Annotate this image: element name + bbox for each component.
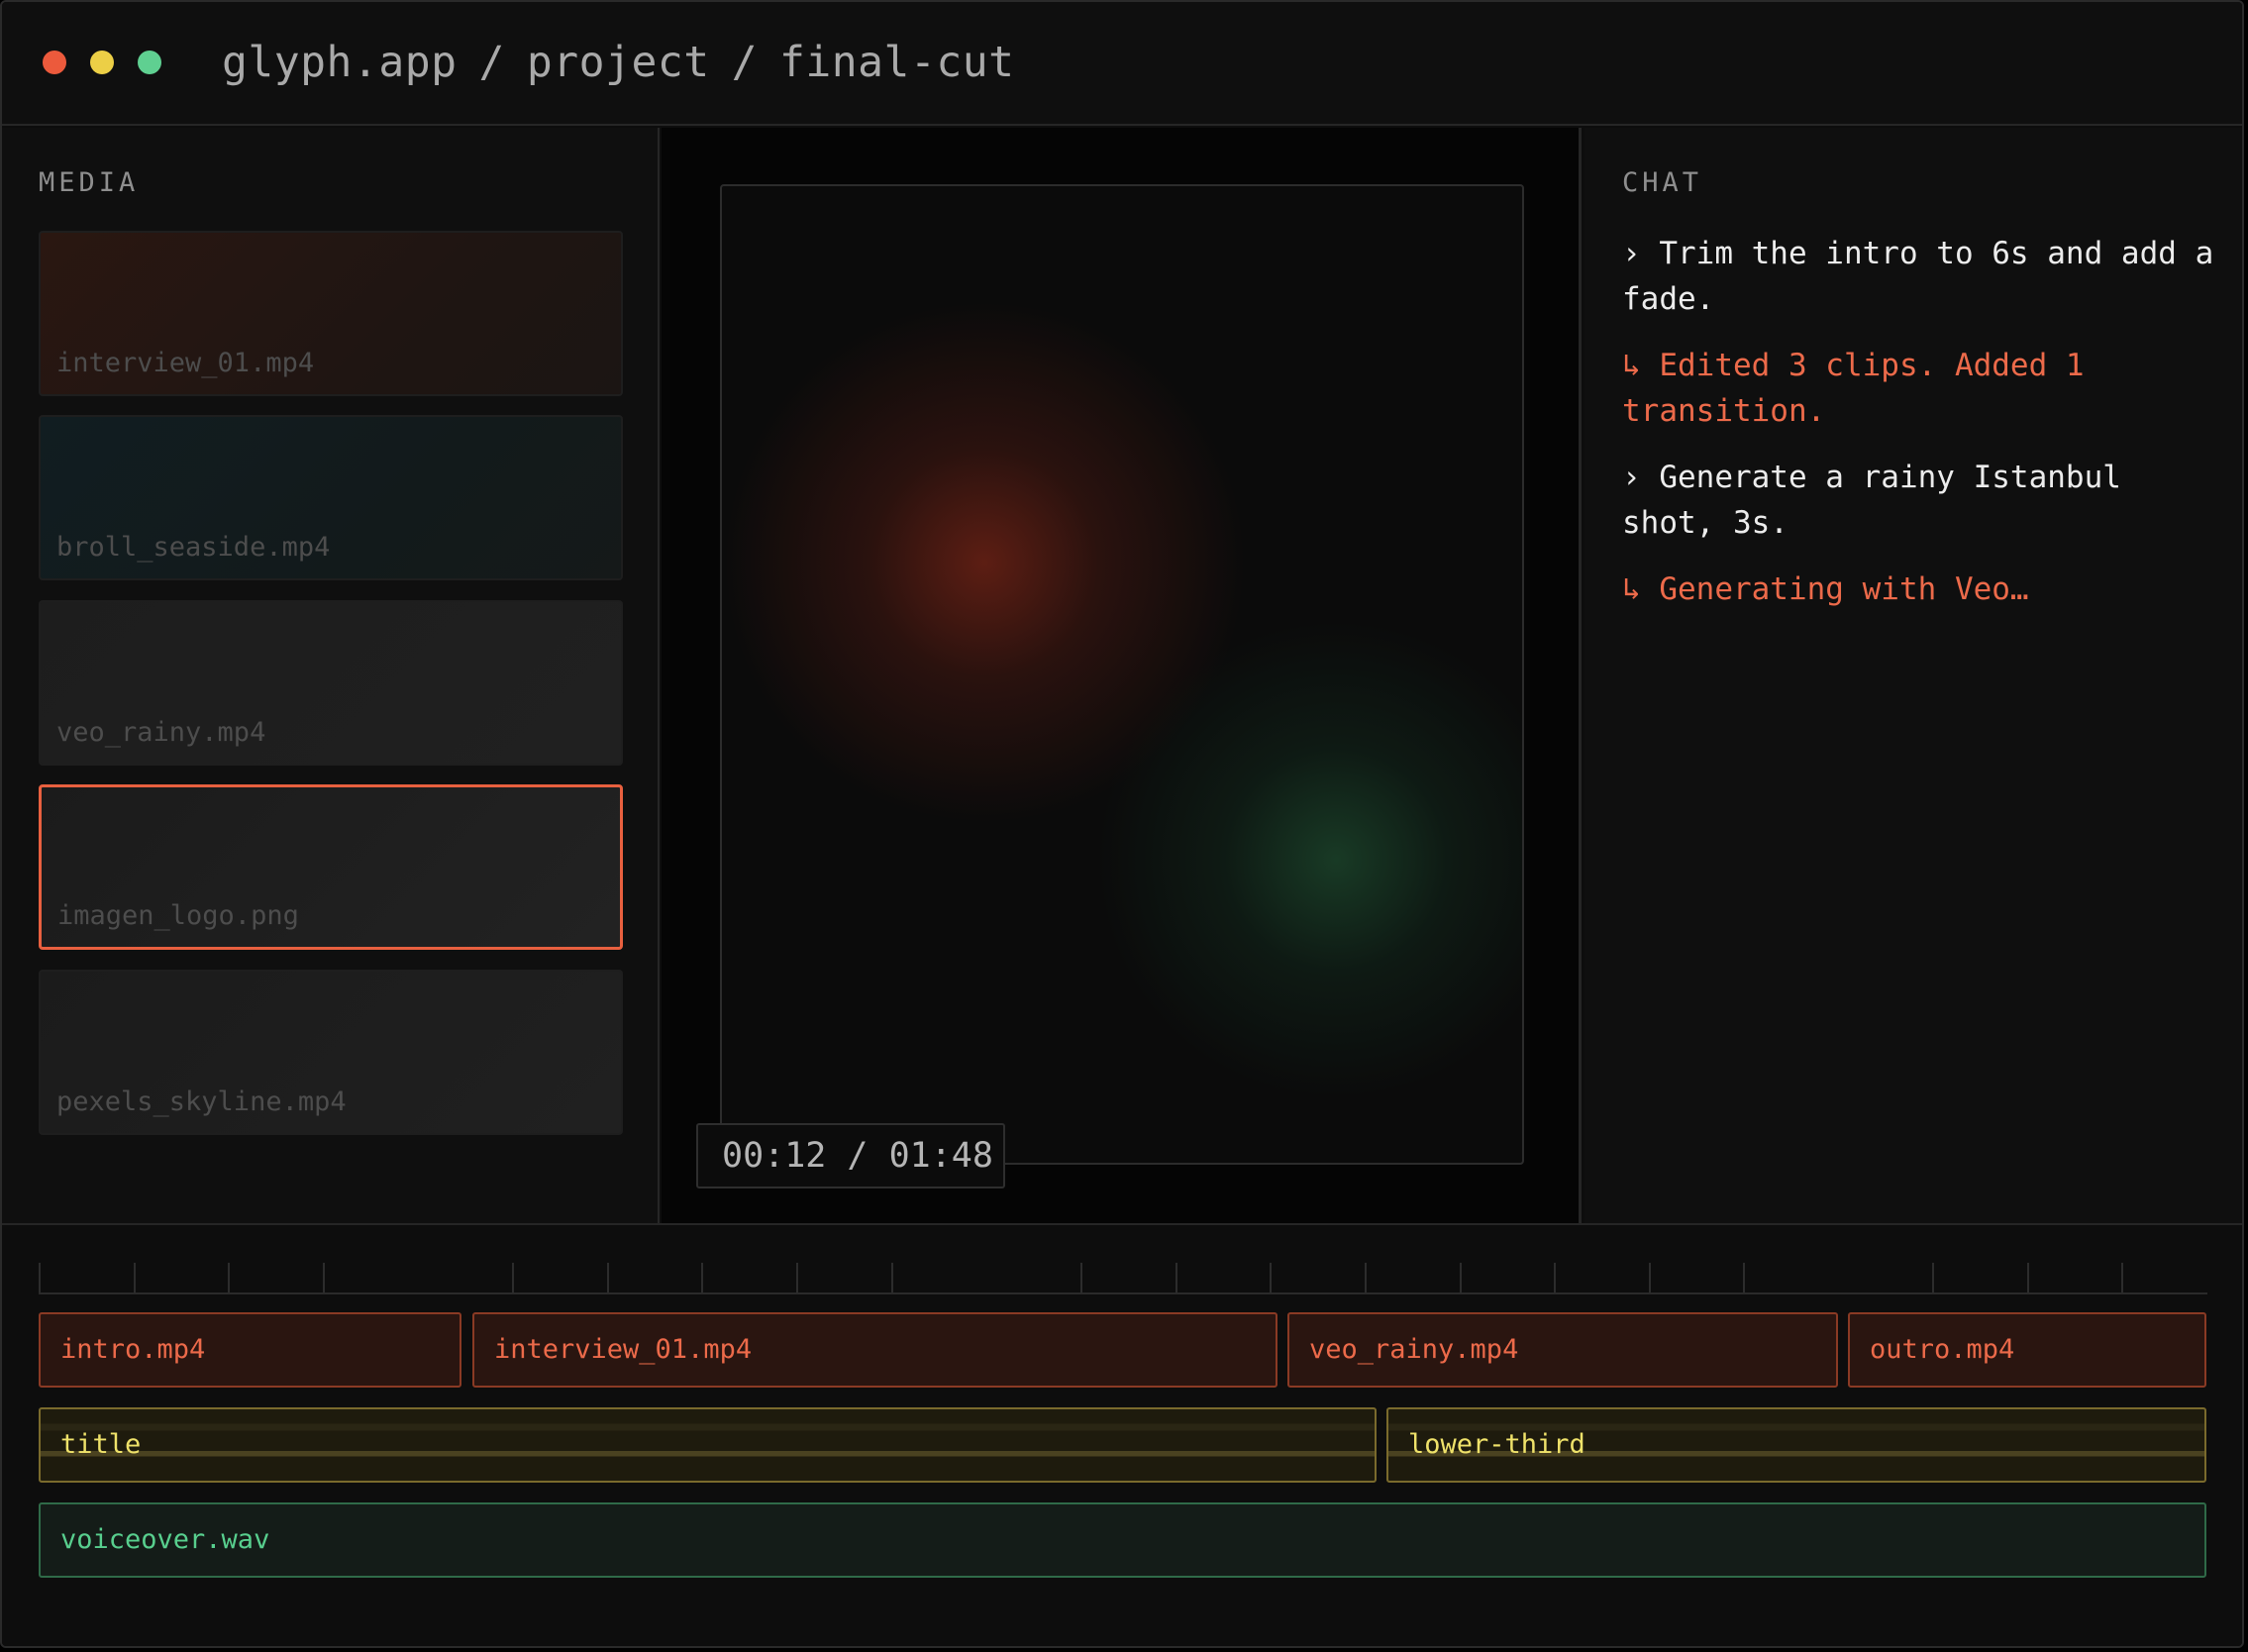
timeline-clip-outro[interactable]: outro.mp4 [1848,1312,2206,1388]
ruler-tick [1175,1263,1177,1292]
breadcrumb-separator: / [478,38,505,87]
ruler-tick [134,1263,136,1292]
chat-message-user: › Trim the intro to 6s and add a fade. [1622,236,2214,317]
chat-messages: › Trim the intro to 6s and add a fade. ↳… [1622,231,2216,633]
timeline-clip-veo-rainy[interactable]: veo_rainy.mp4 [1287,1312,1838,1388]
breadcrumb-app[interactable]: glyph.app [222,38,458,87]
ruler-tick [2027,1263,2029,1292]
ruler-tick [1554,1263,1556,1292]
ruler-tick [512,1263,514,1292]
title-bar: glyph.app / project / final-cut [2,2,2242,126]
ruler-tick [1080,1263,1082,1292]
media-item-name: imagen_logo.png [57,900,299,931]
timeline-clip-interview[interactable]: interview_01.mp4 [472,1312,1277,1388]
chat-message-user: › Generate a rainy Istanbul shot, 3s. [1622,460,2121,541]
ruler-tick [1649,1263,1651,1292]
timecode-display: 00:12 / 01:48 [696,1123,1005,1188]
minimize-window-button[interactable] [90,51,114,74]
media-item-name: veo_rainy.mp4 [56,717,266,748]
breadcrumb-project[interactable]: project [527,38,710,87]
ruler-tick [1743,1263,1745,1292]
timeline-clip-intro[interactable]: intro.mp4 [39,1312,461,1388]
ruler-tick [796,1263,798,1292]
ruler-tick [1270,1263,1272,1292]
media-item-imagen-logo-selected[interactable]: imagen_logo.png [39,784,623,950]
ruler-tick [1460,1263,1462,1292]
ruler-tick [323,1263,325,1292]
timeline-clip-lower-third[interactable]: lower-third [1386,1407,2206,1483]
maximize-window-button[interactable] [138,51,161,74]
ruler-tick [891,1263,893,1292]
media-panel: MEDIA interview_01.mp4 broll_seaside.mp4… [2,128,660,1223]
close-window-button[interactable] [43,51,66,74]
ruler-tick [39,1263,41,1292]
media-item-interview[interactable]: interview_01.mp4 [39,231,623,396]
ruler-tick [1932,1263,1934,1292]
media-item-veo-rainy[interactable]: veo_rainy.mp4 [39,600,623,766]
chat-panel: CHAT › Trim the intro to 6s and add a fa… [1584,128,2242,1223]
media-item-broll[interactable]: broll_seaside.mp4 [39,415,623,580]
chat-message-agent: ↳ Edited 3 clips. Added 1 transition. [1622,348,2085,429]
media-item-name: interview_01.mp4 [56,348,315,378]
media-item-name: pexels_skyline.mp4 [56,1086,347,1117]
preview-panel: 00:12 / 01:48 [662,128,1582,1223]
breadcrumb: glyph.app / project / final-cut [222,38,1015,87]
chat-panel-title: CHAT [1622,167,1703,198]
timeline-clip-voiceover[interactable]: voiceover.wav [39,1502,2206,1578]
ruler-tick [1365,1263,1367,1292]
timeline-ruler[interactable] [39,1257,2207,1294]
video-preview[interactable] [720,184,1524,1165]
chat-message-agent: ↳ Generating with Veo… [1622,571,2029,607]
media-panel-title: MEDIA [39,167,140,198]
ruler-tick [701,1263,703,1292]
timeline: intro.mp4 interview_01.mp4 veo_rainy.mp4… [2,1223,2242,1646]
breadcrumb-separator: / [731,38,758,87]
breadcrumb-current: final-cut [779,38,1015,87]
timeline-clip-title[interactable]: title [39,1407,1377,1483]
media-item-pexels-skyline[interactable]: pexels_skyline.mp4 [39,970,623,1135]
app-window: glyph.app / project / final-cut MEDIA interv… [0,0,2244,1648]
media-item-name: broll_seaside.mp4 [56,532,331,563]
ruler-tick [2121,1263,2123,1292]
ruler-tick [607,1263,609,1292]
ruler-tick [228,1263,230,1292]
